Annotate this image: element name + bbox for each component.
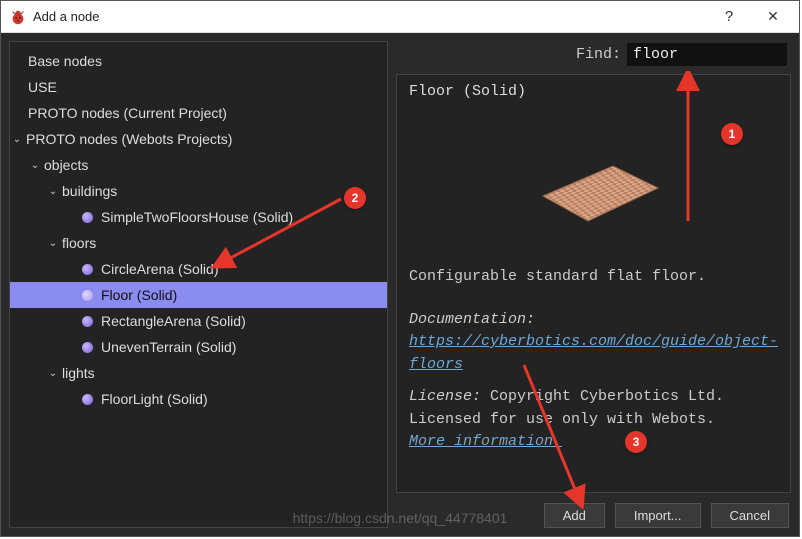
cancel-button[interactable]: Cancel (711, 503, 789, 528)
tree-label: PROTO nodes (Current Project) (28, 105, 227, 121)
node-icon (82, 212, 93, 223)
tree-label: FloorLight (Solid) (101, 391, 208, 407)
chevron-down-icon[interactable]: ⌄ (46, 366, 60, 380)
chevron-down-icon[interactable]: ⌄ (46, 184, 60, 198)
annotation-arrow-3 (509, 359, 599, 509)
detail-description: Configurable standard flat floor. (409, 266, 778, 289)
tree-item-lights[interactable]: ⌄ lights (10, 360, 387, 386)
node-icon (82, 394, 93, 405)
annotation-badge-1: 1 (721, 123, 743, 145)
tree-label: CircleArena (Solid) (101, 261, 218, 277)
tree-item-use[interactable]: USE (10, 74, 387, 100)
tree-label: USE (28, 79, 57, 95)
tree-item-proto-webots[interactable]: ⌄ PROTO nodes (Webots Projects) (10, 126, 387, 152)
close-button[interactable]: ✕ (751, 2, 795, 32)
tree-item-rectangle-arena[interactable]: RectangleArena (Solid) (10, 308, 387, 334)
node-icon (82, 316, 93, 327)
tree-label: objects (44, 157, 88, 173)
node-icon (82, 264, 93, 275)
annotation-arrow-2 (211, 193, 361, 279)
help-button[interactable]: ? (707, 2, 751, 32)
node-icon (82, 290, 93, 301)
find-label: Find: (576, 46, 621, 63)
annotation-badge-2: 2 (344, 187, 366, 209)
tree-label: buildings (62, 183, 117, 199)
annotation-badge-3: 3 (625, 431, 647, 453)
tree-label: UnevenTerrain (Solid) (101, 339, 236, 355)
find-input-wrap: ✕ (627, 43, 787, 66)
chevron-down-icon[interactable]: ⌄ (28, 158, 42, 172)
tree-item-uneven-terrain[interactable]: UnevenTerrain (Solid) (10, 334, 387, 360)
tree-label: lights (62, 365, 95, 381)
detail-title: Floor (Solid) (409, 83, 778, 100)
tree-item-objects[interactable]: ⌄ objects (10, 152, 387, 178)
tree-item-proto-current[interactable]: PROTO nodes (Current Project) (10, 100, 387, 126)
tree-label: Floor (Solid) (101, 287, 177, 303)
doc-label: Documentation: (409, 311, 535, 328)
tree-label: Base nodes (28, 53, 102, 69)
tree-label: PROTO nodes (Webots Projects) (26, 131, 232, 147)
node-tree[interactable]: Base nodes USE PROTO nodes (Current Proj… (9, 41, 388, 528)
chevron-down-icon[interactable]: ⌄ (10, 132, 24, 146)
tree-label: floors (62, 235, 96, 251)
tree-item-base-nodes[interactable]: Base nodes (10, 48, 387, 74)
find-row: Find: ✕ (396, 41, 791, 68)
node-icon (82, 342, 93, 353)
app-icon (9, 8, 27, 26)
tree-label: RectangleArena (Solid) (101, 313, 246, 329)
tree-item-floor[interactable]: Floor (Solid) (10, 282, 387, 308)
license-label: License: (409, 388, 490, 405)
import-button[interactable]: Import... (615, 503, 701, 528)
annotation-arrow-1 (673, 71, 703, 231)
find-input[interactable] (633, 46, 802, 63)
tree-item-floor-light[interactable]: FloorLight (Solid) (10, 386, 387, 412)
window-title: Add a node (33, 9, 707, 24)
chevron-down-icon[interactable]: ⌄ (46, 236, 60, 250)
titlebar: Add a node ? ✕ (1, 1, 799, 33)
